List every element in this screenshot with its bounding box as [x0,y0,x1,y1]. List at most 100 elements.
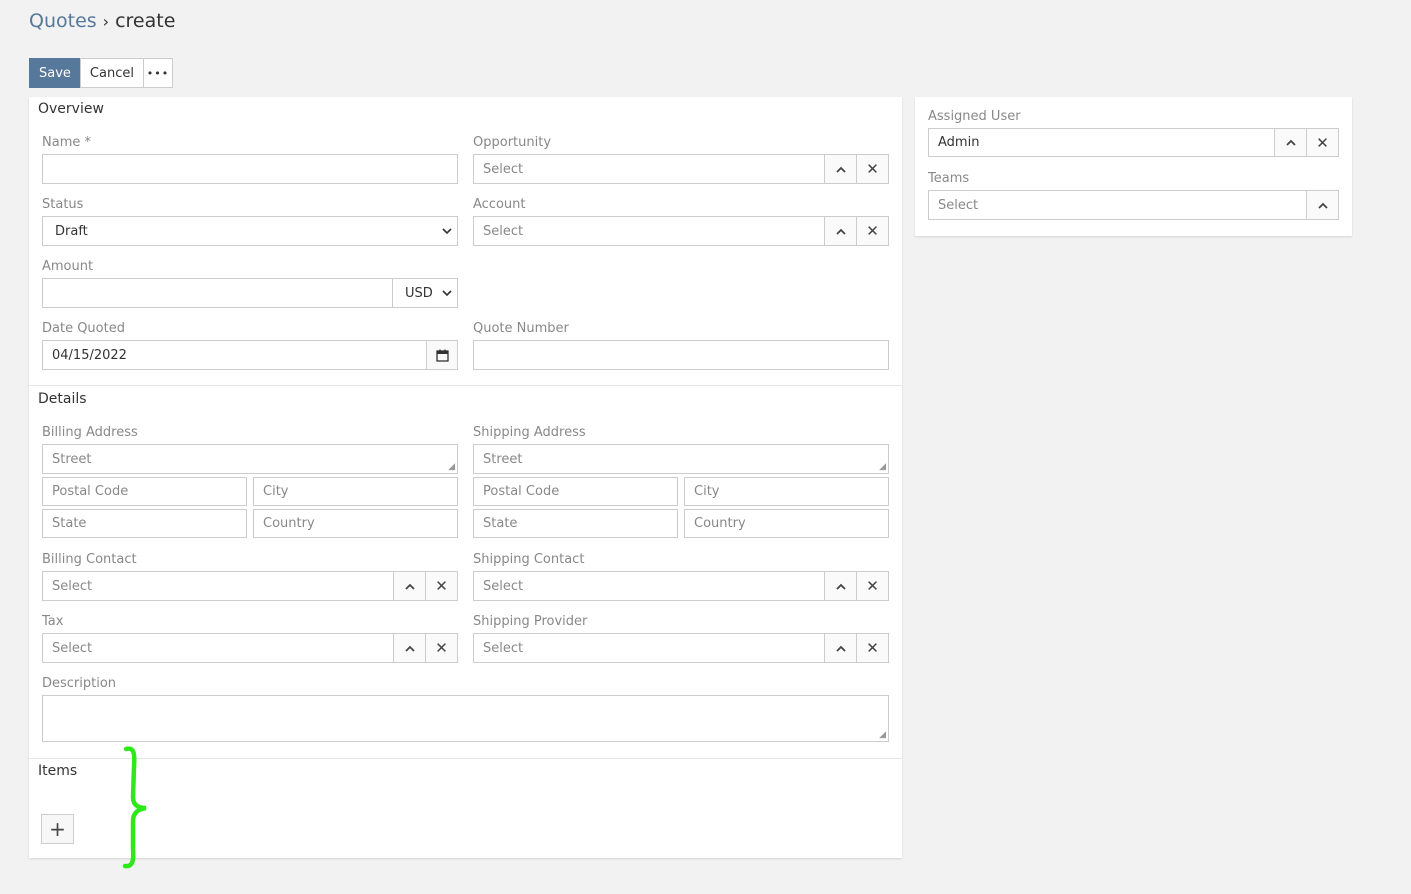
assigned-user-label: Assigned User [928,109,1021,124]
close-icon[interactable]: ✕ [856,634,888,662]
shipping-contact-field[interactable]: Select ✕ [473,571,889,601]
billing-street-placeholder: Street [52,451,92,467]
shipping-state-placeholder: State [483,516,518,531]
date-quoted-value: 04/15/2022 [52,347,127,363]
amount-input[interactable] [42,278,393,308]
shipping-provider-field[interactable]: Select ✕ [473,633,889,663]
opportunity-field[interactable]: Select ✕ [473,154,889,184]
breadcrumb: Quotes › create [29,10,175,32]
chevron-up-icon[interactable] [1274,129,1306,156]
side-panel: Assigned User Admin ✕ Teams Select [915,97,1352,236]
chevron-up-icon[interactable] [393,634,425,662]
shipping-street-placeholder: Street [483,451,523,467]
currency-select[interactable]: USD [392,278,458,308]
details-section-title: Details [38,391,87,407]
tax-placeholder: Select [52,640,93,656]
billing-country-placeholder: Country [263,516,315,531]
date-quoted-label: Date Quoted [42,321,125,336]
status-select[interactable]: Draft [42,216,458,246]
billing-contact-placeholder: Select [52,578,93,594]
shipping-country-input[interactable]: Country [684,509,889,538]
assigned-user-value: Admin [938,135,980,150]
billing-state-input[interactable]: State [42,509,247,538]
resize-handle-icon[interactable]: ◢ [879,463,886,472]
main-panel: Overview Name * Opportunity Select ✕ Sta… [29,97,902,858]
section-divider [29,758,902,759]
billing-city-placeholder: City [263,484,289,499]
add-item-button[interactable]: + [41,814,74,844]
billing-contact-field[interactable]: Select ✕ [42,571,458,601]
chevron-up-icon[interactable] [393,572,425,600]
currency-value: USD [405,285,433,301]
billing-city-input[interactable]: City [253,477,458,506]
resize-handle-icon[interactable]: ◢ [448,463,455,472]
shipping-provider-placeholder: Select [483,640,524,656]
tax-field[interactable]: Select ✕ [42,633,458,663]
shipping-country-placeholder: Country [694,516,746,531]
account-label: Account [473,197,526,212]
resize-handle-icon[interactable]: ◢ [879,731,886,740]
chevron-up-icon[interactable] [824,155,856,183]
account-placeholder: Select [483,223,524,239]
description-label: Description [42,676,117,691]
chevron-up-icon[interactable] [824,572,856,600]
breadcrumb-quotes-link[interactable]: Quotes [29,10,97,32]
close-icon[interactable]: ✕ [1306,129,1338,156]
billing-country-input[interactable]: Country [253,509,458,538]
chevron-up-icon[interactable] [824,217,856,245]
teams-label: Teams [928,171,970,186]
close-icon[interactable]: ✕ [856,572,888,600]
action-toolbar: Save Cancel ••• [29,58,173,88]
status-value: Draft [55,223,88,239]
billing-contact-label: Billing Contact [42,552,137,567]
tax-label: Tax [42,614,64,629]
shipping-contact-placeholder: Select [483,578,524,594]
cancel-button[interactable]: Cancel [79,58,144,88]
shipping-state-input[interactable]: State [473,509,678,538]
items-section-title: Items [38,763,78,779]
billing-street-input[interactable]: Street ◢ [42,444,458,474]
shipping-postal-code-placeholder: Postal Code [483,484,560,499]
chevron-up-icon[interactable] [1306,191,1338,219]
billing-postal-code-placeholder: Postal Code [52,484,129,499]
date-quoted-input[interactable]: 04/15/2022 [42,340,458,370]
assigned-user-field[interactable]: Admin ✕ [928,128,1339,157]
shipping-street-input[interactable]: Street ◢ [473,444,889,474]
close-icon[interactable]: ✕ [856,155,888,183]
status-label: Status [42,197,84,212]
billing-address-label: Billing Address [42,425,138,440]
quote-number-input[interactable] [473,340,889,370]
account-field[interactable]: Select ✕ [473,216,889,246]
more-actions-button[interactable]: ••• [142,58,173,88]
billing-postal-code-input[interactable]: Postal Code [42,477,247,506]
name-label: Name * [42,135,91,150]
name-input[interactable] [42,154,458,184]
teams-field[interactable]: Select [928,190,1339,220]
chevron-down-icon [437,287,457,300]
close-icon[interactable]: ✕ [425,572,457,600]
amount-label: Amount [42,259,94,274]
annotation-brace-icon [122,746,147,869]
close-icon[interactable]: ✕ [425,634,457,662]
close-icon[interactable]: ✕ [856,217,888,245]
save-button[interactable]: Save [29,58,81,88]
calendar-icon[interactable] [426,341,457,369]
page-title: create [115,10,176,32]
chevron-down-icon [437,225,457,238]
shipping-city-input[interactable]: City [684,477,889,506]
teams-placeholder: Select [938,197,979,213]
overview-section-title: Overview [38,101,104,117]
opportunity-label: Opportunity [473,135,552,150]
quote-number-label: Quote Number [473,321,569,336]
shipping-postal-code-input[interactable]: Postal Code [473,477,678,506]
shipping-city-placeholder: City [694,484,720,499]
shipping-contact-label: Shipping Contact [473,552,585,567]
description-textarea[interactable]: ◢ [42,695,889,742]
billing-state-placeholder: State [52,516,87,531]
breadcrumb-separator: › [102,12,110,31]
opportunity-placeholder: Select [483,161,524,177]
chevron-up-icon[interactable] [824,634,856,662]
shipping-provider-label: Shipping Provider [473,614,588,629]
section-divider [29,385,902,386]
shipping-address-label: Shipping Address [473,425,586,440]
